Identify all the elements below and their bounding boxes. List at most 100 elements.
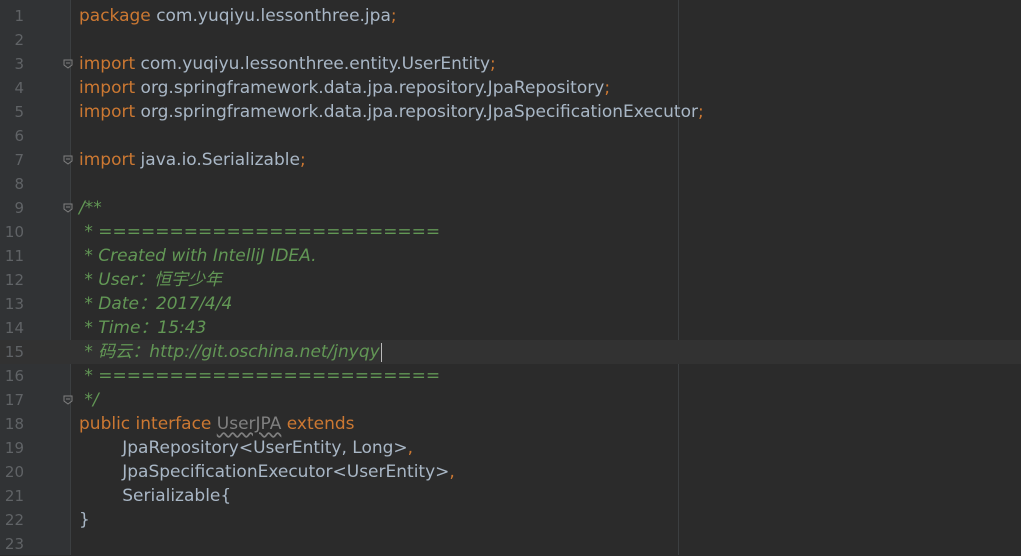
code-token: * ======================== (79, 366, 441, 386)
code-text: * 码云：http://git.oschina.net/jnyqy (79, 340, 382, 364)
code-token: ; (490, 54, 496, 74)
line-number[interactable]: 22 (0, 508, 24, 532)
fold-marker-icon[interactable] (63, 395, 73, 405)
line-number[interactable]: 15 (0, 340, 24, 364)
code-text: * ======================== (79, 220, 440, 244)
code-line[interactable]: 9 /** (0, 196, 1021, 220)
code-line[interactable]: 6 (0, 124, 1021, 148)
code-token: /** (79, 198, 102, 218)
code-token: JpaSpecificationExecutor<UserEntity> (79, 462, 450, 482)
code-line[interactable]: 13 * Date：2017/4/4 (0, 292, 1021, 316)
code-token: Serializable{ (79, 486, 232, 506)
line-number[interactable]: 12 (0, 268, 24, 292)
code-text: * User：恒宇少年 (79, 268, 222, 292)
line-number[interactable]: 11 (0, 244, 24, 268)
line-number[interactable]: 10 (0, 220, 24, 244)
code-token: org.springframework.data.jpa.repository.… (140, 102, 698, 122)
code-line[interactable]: 10 * ======================== (0, 220, 1021, 244)
fold-marker-icon[interactable] (63, 203, 73, 213)
line-number[interactable]: 6 (0, 124, 24, 148)
code-token: ; (299, 150, 306, 170)
line-number[interactable]: 14 (0, 316, 24, 340)
code-line[interactable]: 22} (0, 508, 1021, 532)
fold-marker-icon[interactable] (63, 155, 73, 165)
line-number[interactable]: 3 (0, 52, 24, 76)
code-token: package (79, 6, 157, 26)
fold-marker-icon[interactable] (63, 59, 73, 69)
code-line[interactable]: 17 */ (0, 388, 1021, 412)
code-token: java.io.Serializable (140, 150, 300, 170)
code-line[interactable]: 3 import com.yuqiyu.lessonthree.entity.Us… (0, 52, 1021, 76)
line-number[interactable]: 2 (0, 28, 24, 52)
code-line[interactable]: 16 * ======================== (0, 364, 1021, 388)
line-number[interactable]: 7 (0, 148, 24, 172)
line-number[interactable]: 13 (0, 292, 24, 316)
code-text: import java.io.Serializable; (79, 148, 306, 172)
code-token: com.yuqiyu.lessonthree.jpa (156, 6, 391, 26)
code-text: * Time：15:43 (79, 316, 206, 340)
code-text: JpaRepository<UserEntity, Long>, (79, 436, 413, 460)
line-number[interactable]: 17 (0, 388, 24, 412)
line-number[interactable]: 5 (0, 100, 24, 124)
line-number[interactable]: 23 (0, 532, 24, 556)
code-line[interactable]: 14 * Time：15:43 (0, 316, 1021, 340)
code-token: * 码云：http://git.oschina.net/jnyqy (79, 342, 380, 362)
code-token: , (407, 438, 414, 458)
code-token: extends (281, 414, 355, 434)
code-token: import (79, 78, 141, 98)
code-line[interactable]: 18 public interface UserJPA extends (0, 412, 1021, 436)
code-token: JpaRepository<UserEntity, Long> (79, 438, 408, 458)
code-text: } (79, 508, 90, 532)
line-number[interactable]: 19 (0, 436, 24, 460)
code-token: */ (79, 390, 99, 410)
code-text: * ======================== (79, 364, 440, 388)
line-number[interactable]: 16 (0, 364, 24, 388)
line-number[interactable]: 1 (0, 4, 24, 28)
code-line[interactable]: 11 * Created with IntelliJ IDEA. (0, 244, 1021, 268)
code-line[interactable]: 2 (0, 28, 1021, 52)
code-text: import org.springframework.data.jpa.repo… (79, 76, 610, 100)
line-number[interactable]: 8 (0, 172, 24, 196)
code-line[interactable]: 5 import org.springframework.data.jpa.rep… (0, 100, 1021, 124)
line-number[interactable]: 21 (0, 484, 24, 508)
code-text: import com.yuqiyu.lessonthree.entity.Use… (79, 52, 496, 76)
code-token: org.springframework.data.jpa.repository.… (140, 78, 605, 98)
code-text: * Date：2017/4/4 (79, 292, 232, 316)
code-text: /** (79, 196, 102, 220)
line-number[interactable]: 20 (0, 460, 24, 484)
code-line[interactable]: 15 * 码云：http://git.oschina.net/jnyqy (0, 340, 1021, 364)
code-text: Serializable{ (79, 484, 231, 508)
code-text: import org.springframework.data.jpa.repo… (79, 100, 704, 124)
code-line[interactable]: 8 (0, 172, 1021, 196)
code-line[interactable]: 4 import org.springframework.data.jpa.rep… (0, 76, 1021, 100)
code-line[interactable]: 21 Serializable{ (0, 484, 1021, 508)
code-text: package com.yuqiyu.lessonthree.jpa; (79, 4, 397, 28)
code-text: public interface UserJPA extends (79, 412, 355, 436)
line-number[interactable]: 18 (0, 412, 24, 436)
code-token: import (79, 150, 141, 170)
code-token: import (79, 102, 141, 122)
code-token: } (79, 510, 90, 530)
code-text: * Created with IntelliJ IDEA. (79, 244, 317, 268)
code-token: ; (390, 6, 397, 26)
code-token: UserJPA (216, 414, 282, 434)
code-token: ; (697, 102, 704, 122)
code-line[interactable]: 23 (0, 532, 1021, 556)
code-line[interactable]: 12 * User：恒宇少年 (0, 268, 1021, 292)
code-token: ; (604, 78, 611, 98)
code-token: import (79, 54, 141, 74)
code-line[interactable]: 7 import java.io.Serializable; (0, 148, 1021, 172)
code-line[interactable]: 1 package com.yuqiyu.lessonthree.jpa; (0, 4, 1021, 28)
code-token: * Date：2017/4/4 (79, 294, 233, 314)
line-number[interactable]: 4 (0, 76, 24, 100)
code-token: com.yuqiyu.lessonthree.entity.UserEntity (140, 54, 491, 74)
line-number[interactable]: 9 (0, 196, 24, 220)
code-token: * Created with IntelliJ IDEA. (79, 246, 317, 266)
code-token: , (449, 462, 455, 482)
code-token: public interface (79, 414, 217, 434)
code-token: * User：恒宇少年 (79, 270, 223, 290)
text-caret (380, 342, 382, 362)
code-line[interactable]: 19 JpaRepository<UserEntity, Long>, (0, 436, 1021, 460)
code-line[interactable]: 20 JpaSpecificationExecutor<UserEntity>, (0, 460, 1021, 484)
code-text: */ (79, 388, 99, 412)
